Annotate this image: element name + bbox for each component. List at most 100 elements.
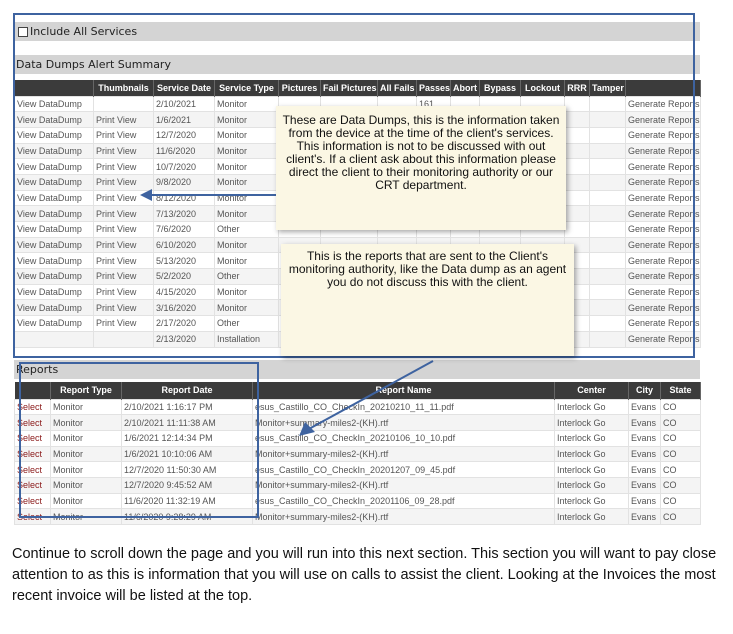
generate-reports-link[interactable]: Generate Reports <box>625 205 701 222</box>
city-cell: Evans <box>628 429 661 447</box>
view-datadump-link[interactable] <box>14 330 94 348</box>
report-name-cell: Monitor+summary-miles2-(KH).rtf <box>252 508 555 525</box>
view-datadump-link[interactable]: View DataDump <box>14 142 94 160</box>
service-type-cell: Monitor <box>214 142 279 160</box>
view-datadump-link[interactable]: View DataDump <box>14 283 94 301</box>
report-type-cell: Monitor <box>50 476 122 494</box>
generate-reports-link[interactable]: Generate Reports <box>625 111 701 128</box>
center-cell: Interlock Go <box>554 414 629 431</box>
print-view-link[interactable]: Print View <box>93 315 154 332</box>
rrr-cell <box>564 189 590 207</box>
generate-reports-link[interactable]: Generate Reports <box>625 252 701 270</box>
print-view-link[interactable]: Print View <box>93 268 154 285</box>
report-date-cell: 1/6/2021 10:10:06 AM <box>121 445 253 463</box>
tamper-cell <box>589 252 626 270</box>
select-link[interactable]: Select <box>14 414 51 431</box>
include-all-services-label: Include All Services <box>30 25 138 38</box>
view-datadump-link[interactable]: View DataDump <box>14 173 94 191</box>
select-link[interactable]: Select <box>14 476 51 494</box>
data-dumps-column-header: Service Type <box>214 80 279 96</box>
print-view-link[interactable]: Print View <box>93 221 154 238</box>
rrr-cell <box>564 126 590 144</box>
data-dumps-annotation-note: These are Data Dumps, this is the inform… <box>276 106 566 230</box>
report-name-cell: esus_Castillo_CO_CheckIn_20201106_09_28.… <box>252 492 555 510</box>
service-type-cell: Monitor <box>214 111 279 128</box>
view-datadump-link[interactable]: View DataDump <box>14 252 94 270</box>
service-date-cell: 4/15/2020 <box>153 283 215 301</box>
view-datadump-link[interactable]: View DataDump <box>14 158 94 175</box>
generate-reports-link[interactable]: Generate Reports <box>625 236 701 254</box>
select-link[interactable]: Select <box>14 508 51 525</box>
select-link[interactable]: Select <box>14 398 51 416</box>
generate-reports-link[interactable]: Generate Reports <box>625 330 701 348</box>
view-datadump-link[interactable]: View DataDump <box>14 126 94 144</box>
view-datadump-link[interactable]: View DataDump <box>14 95 94 113</box>
service-date-cell: 10/7/2020 <box>153 158 215 175</box>
report-type-cell: Monitor <box>50 461 122 478</box>
service-date-cell: 2/13/2020 <box>153 330 215 348</box>
print-view-link[interactable]: Print View <box>93 158 154 175</box>
report-date-cell: 2/10/2021 11:11:38 AM <box>121 414 253 431</box>
view-datadump-link[interactable]: View DataDump <box>14 315 94 332</box>
generate-reports-link[interactable]: Generate Reports <box>625 189 701 207</box>
service-date-cell: 2/10/2021 <box>153 95 215 113</box>
view-datadump-link[interactable]: View DataDump <box>14 221 94 238</box>
generate-reports-link[interactable]: Generate Reports <box>625 95 701 113</box>
print-view-link[interactable]: Print View <box>93 236 154 254</box>
rrr-cell <box>564 95 590 113</box>
service-date-cell: 6/10/2020 <box>153 236 215 254</box>
service-type-cell: Monitor <box>214 95 279 113</box>
reports-column-header <box>14 382 51 399</box>
service-date-cell: 8/12/2020 <box>153 189 215 207</box>
print-view-link[interactable] <box>93 330 154 348</box>
view-datadump-link[interactable]: View DataDump <box>14 268 94 285</box>
service-date-cell: 5/13/2020 <box>153 252 215 270</box>
service-type-cell: Other <box>214 315 279 332</box>
service-date-cell: 12/7/2020 <box>153 126 215 144</box>
data-dumps-column-header: Bypass <box>479 80 521 96</box>
city-cell: Evans <box>628 508 661 525</box>
print-view-link[interactable]: Print View <box>93 283 154 301</box>
table-row: Select Monitor 12/7/2020 9:45:52 AM Monitor… <box>14 476 701 494</box>
reports-column-header: State <box>660 382 701 399</box>
tamper-cell <box>589 221 626 238</box>
include-all-services-bar: Include All Services <box>14 22 700 41</box>
select-link[interactable]: Select <box>14 461 51 478</box>
tamper-cell <box>589 236 626 254</box>
tamper-cell <box>589 173 626 191</box>
generate-reports-link[interactable]: Generate Reports <box>625 158 701 175</box>
print-view-link[interactable]: Print View <box>93 142 154 160</box>
generate-reports-link[interactable]: Generate Reports <box>625 173 701 191</box>
generate-reports-link[interactable]: Generate Reports <box>625 221 701 238</box>
tamper-cell <box>589 330 626 348</box>
print-view-link[interactable]: Print View <box>93 111 154 128</box>
generate-reports-link[interactable]: Generate Reports <box>625 299 701 317</box>
view-datadump-link[interactable]: View DataDump <box>14 189 94 207</box>
include-all-services-checkbox[interactable] <box>18 26 28 37</box>
view-datadump-link[interactable]: View DataDump <box>14 299 94 317</box>
state-cell: CO <box>660 445 701 463</box>
generate-reports-link[interactable]: Generate Reports <box>625 126 701 144</box>
reports-column-header: Center <box>554 382 629 399</box>
center-cell: Interlock Go <box>554 398 629 416</box>
view-datadump-link[interactable]: View DataDump <box>14 111 94 128</box>
print-view-link[interactable]: Print View <box>93 299 154 317</box>
generate-reports-link[interactable]: Generate Reports <box>625 315 701 332</box>
select-link[interactable]: Select <box>14 492 51 510</box>
generate-reports-link[interactable]: Generate Reports <box>625 142 701 160</box>
print-view-link[interactable] <box>93 95 154 113</box>
generate-reports-link[interactable]: Generate Reports <box>625 268 701 285</box>
print-view-link[interactable]: Print View <box>93 252 154 270</box>
reports-arrow <box>299 360 434 436</box>
report-date-cell: 11/6/2020 9:28:29 AM <box>121 508 253 525</box>
table-row: Select Monitor 11/6/2020 9:28:29 AM Monitor… <box>14 508 701 525</box>
select-link[interactable]: Select <box>14 429 51 447</box>
view-datadump-link[interactable]: View DataDump <box>14 205 94 222</box>
service-date-cell: 5/2/2020 <box>153 268 215 285</box>
generate-reports-link[interactable]: Generate Reports <box>625 283 701 301</box>
print-view-link[interactable]: Print View <box>93 205 154 222</box>
view-datadump-link[interactable]: View DataDump <box>14 236 94 254</box>
print-view-link[interactable]: Print View <box>93 126 154 144</box>
select-link[interactable]: Select <box>14 445 51 463</box>
center-cell: Interlock Go <box>554 508 629 525</box>
